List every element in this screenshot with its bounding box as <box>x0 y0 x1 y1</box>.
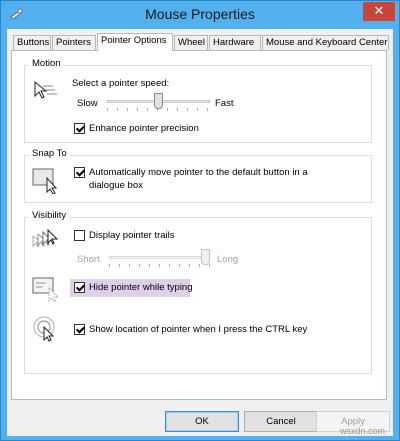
title-bar[interactable]: Mouse Properties ✕ <box>1 1 399 29</box>
dialog-client-area: Buttons Pointers Pointer Options Wheel H… <box>7 29 393 436</box>
motion-group-label: Motion <box>29 58 64 69</box>
pointer-trails-label[interactable]: Display pointer trails <box>89 230 175 241</box>
hide-pointer-checkbox[interactable] <box>74 282 85 293</box>
snap-to-label-line2[interactable]: dialogue box <box>89 180 143 191</box>
tab-pointer-options[interactable]: Pointer Options <box>97 33 173 51</box>
snap-to-icon <box>32 168 58 194</box>
watermark: wsxdn.com <box>339 426 385 436</box>
pointer-trails-icon <box>32 228 59 248</box>
tab-mouse-and-keyboard-center[interactable]: Mouse and Keyboard Center <box>262 35 389 50</box>
window-title: Mouse Properties <box>145 6 255 22</box>
tab-pointers[interactable]: Pointers <box>52 35 96 50</box>
visibility-group: Visibility Display pointer trails Short … <box>24 210 372 374</box>
pointer-speed-slider[interactable] <box>107 92 210 112</box>
pointer-trails-ticks <box>109 264 210 267</box>
long-label: Long <box>217 254 239 265</box>
ctrl-location-checkbox[interactable] <box>74 324 85 335</box>
close-button[interactable]: ✕ <box>363 2 395 21</box>
pointer-speed-thumb[interactable] <box>154 93 163 109</box>
cancel-button[interactable]: Cancel <box>244 411 318 432</box>
enhance-precision-label[interactable]: Enhance pointer precision <box>89 123 199 134</box>
ctrl-location-label[interactable]: Show location of pointer when I press th… <box>89 324 307 335</box>
fast-label: Fast <box>215 98 234 109</box>
snap-to-group-label: Snap To <box>29 148 70 159</box>
visibility-group-label: Visibility <box>29 210 70 221</box>
snap-to-label-line1[interactable]: Automatically move pointer to the defaul… <box>89 167 308 178</box>
pointer-trails-thumb[interactable] <box>201 249 210 265</box>
motion-group: Motion Select a pointer speed: Slow Fast… <box>24 58 372 143</box>
mouse-properties-window: Mouse Properties ✕ Buttons Pointers Poin… <box>0 0 400 441</box>
pointer-trails-checkbox[interactable] <box>74 230 85 241</box>
pointer-trails-track <box>109 256 210 259</box>
pointer-trails-slider[interactable] <box>109 248 210 268</box>
tab-buttons[interactable]: Buttons <box>13 35 51 50</box>
pointer-options-panel: Motion Select a pointer speed: Slow Fast… <box>11 50 387 400</box>
short-label: Short <box>77 254 100 265</box>
hide-pointer-label[interactable]: Hide pointer while typing <box>89 282 193 293</box>
tab-hardware[interactable]: Hardware <box>209 35 261 50</box>
tab-wheel[interactable]: Wheel <box>174 35 208 50</box>
pointer-speed-label: Select a pointer speed: <box>72 78 170 89</box>
hide-pointer-icon <box>32 277 60 302</box>
ctrl-location-icon <box>33 316 55 342</box>
snap-to-group: Snap To Automatically move pointer to th… <box>24 148 372 203</box>
ok-button[interactable]: OK <box>165 411 239 432</box>
snap-to-checkbox[interactable] <box>74 167 85 178</box>
slow-label: Slow <box>77 98 98 109</box>
pointer-speed-icon <box>34 80 57 99</box>
enhance-precision-checkbox[interactable] <box>74 123 85 134</box>
